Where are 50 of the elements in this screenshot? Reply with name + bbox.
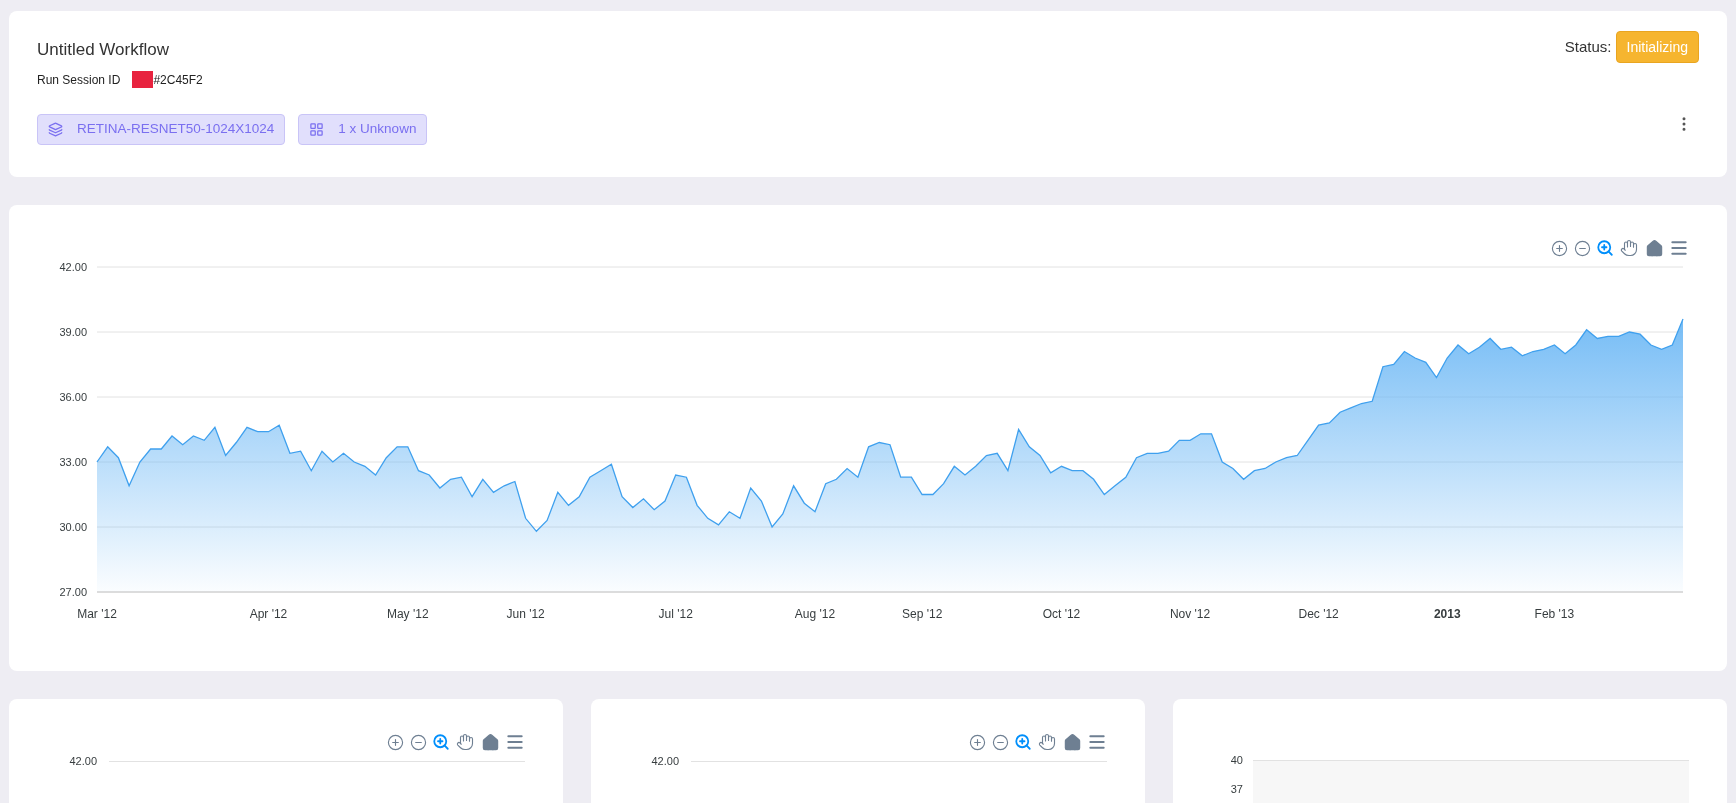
pan-hand-icon[interactable] bbox=[1619, 238, 1639, 258]
x-axis-label: Mar '12 bbox=[77, 606, 117, 623]
x-axis-label: May '12 bbox=[386, 606, 429, 623]
home-icon[interactable] bbox=[480, 732, 500, 752]
x-axis-label: Feb '13 bbox=[1534, 606, 1575, 623]
grid-icon bbox=[309, 121, 325, 137]
session-label: Run Session ID bbox=[37, 71, 121, 89]
y-axis-label: 37 bbox=[1229, 782, 1243, 797]
x-axis-label: Aug '12 bbox=[794, 606, 836, 623]
zoom-out-icon[interactable] bbox=[409, 733, 427, 751]
magnifier-icon[interactable] bbox=[1596, 239, 1614, 257]
tag-label: RETINA-RESNET50-1024X1024 bbox=[77, 119, 275, 138]
layers-icon bbox=[48, 121, 63, 137]
y-axis-label: 36.00 bbox=[59, 391, 87, 403]
home-icon[interactable] bbox=[1644, 238, 1664, 258]
y-axis-label: 40 bbox=[1229, 753, 1243, 768]
menu-icon[interactable] bbox=[505, 732, 525, 752]
y-axis-label: 42.00 bbox=[68, 754, 97, 769]
x-axis-label: Sep '12 bbox=[902, 606, 943, 623]
zoom-out-icon[interactable] bbox=[991, 733, 1009, 751]
magnifier-icon[interactable] bbox=[432, 733, 450, 751]
tag-label: 1 x Unknown bbox=[338, 119, 417, 138]
zoom-in-icon[interactable] bbox=[386, 733, 404, 751]
status-badge: Initializing bbox=[1615, 31, 1699, 63]
x-axis-label: Oct '12 bbox=[1042, 606, 1081, 623]
pan-hand-icon[interactable] bbox=[1037, 732, 1057, 752]
y-axis-label: 30.00 bbox=[59, 521, 87, 533]
y-axis-label: 33.00 bbox=[59, 456, 87, 468]
menu-icon[interactable] bbox=[1669, 238, 1689, 258]
status-label: Status: bbox=[1564, 36, 1612, 57]
session-id: #2C45F2 bbox=[153, 71, 203, 89]
x-axis-label: Apr '12 bbox=[249, 606, 288, 623]
magnifier-icon[interactable] bbox=[1014, 733, 1032, 751]
y-axis-label: 39.00 bbox=[59, 326, 87, 338]
x-axis-label: Dec '12 bbox=[1298, 606, 1339, 623]
y-axis-label: 42.00 bbox=[59, 261, 87, 273]
zoom-in-icon[interactable] bbox=[1550, 239, 1568, 257]
x-axis-label: 2013 bbox=[1433, 606, 1461, 623]
home-icon[interactable] bbox=[1062, 732, 1082, 752]
menu-icon[interactable] bbox=[1087, 732, 1107, 752]
y-axis-label: 42.00 bbox=[650, 754, 679, 769]
workflow-title: Untitled Workflow bbox=[37, 39, 170, 61]
x-axis-label: Jul '12 bbox=[658, 606, 693, 623]
session-color-swatch bbox=[132, 71, 154, 88]
x-axis-label: Nov '12 bbox=[1169, 606, 1211, 623]
x-axis-label: Jun '12 bbox=[506, 606, 545, 623]
zoom-out-icon[interactable] bbox=[1573, 239, 1591, 257]
zoom-in-icon[interactable] bbox=[968, 733, 986, 751]
pan-hand-icon[interactable] bbox=[455, 732, 475, 752]
y-axis-label: 27.00 bbox=[59, 586, 87, 598]
